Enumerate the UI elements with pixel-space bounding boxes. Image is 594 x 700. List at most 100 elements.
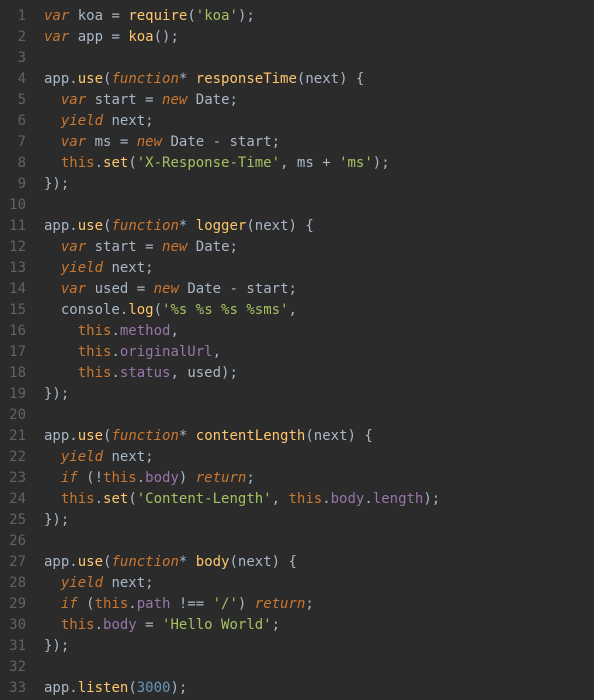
code-line[interactable]: var ms = new Date - start; bbox=[44, 132, 594, 153]
token-id: next bbox=[111, 260, 145, 276]
code-line[interactable] bbox=[44, 405, 594, 426]
code-line[interactable]: app.use(function* body(next) { bbox=[44, 552, 594, 573]
line-number: 11 bbox=[6, 216, 26, 237]
code-line[interactable] bbox=[44, 657, 594, 678]
token-op bbox=[86, 92, 94, 108]
token-op: . bbox=[69, 428, 77, 444]
code-line[interactable]: var start = new Date; bbox=[44, 90, 594, 111]
code-line[interactable]: }); bbox=[44, 174, 594, 195]
token-op: - bbox=[204, 134, 229, 150]
token-kw: yield bbox=[61, 113, 103, 129]
token-op bbox=[44, 617, 61, 633]
token-op: ( bbox=[229, 554, 237, 570]
token-op bbox=[86, 239, 94, 255]
code-line[interactable]: app.use(function* contentLength(next) { bbox=[44, 426, 594, 447]
token-op: }); bbox=[44, 512, 69, 528]
token-fn: koa bbox=[128, 29, 153, 45]
code-line[interactable]: this.originalUrl, bbox=[44, 342, 594, 363]
token-op: ); bbox=[238, 8, 255, 24]
code-line[interactable]: }); bbox=[44, 510, 594, 531]
code-line[interactable]: app.listen(3000); bbox=[44, 678, 594, 699]
token-name: contentLength bbox=[196, 428, 306, 444]
token-id: koa bbox=[78, 8, 103, 24]
code-line[interactable]: if (this.path !== '/') return; bbox=[44, 594, 594, 615]
token-param: next bbox=[238, 554, 272, 570]
token-op: * bbox=[179, 428, 196, 444]
code-line[interactable]: if (!this.body) return; bbox=[44, 468, 594, 489]
line-number: 4 bbox=[6, 69, 26, 90]
code-line[interactable]: app.use(function* logger(next) { bbox=[44, 216, 594, 237]
token-op: ; bbox=[289, 281, 297, 297]
line-number: 3 bbox=[6, 48, 26, 69]
code-line[interactable]: this.method, bbox=[44, 321, 594, 342]
code-line[interactable]: var koa = require('koa'); bbox=[44, 6, 594, 27]
token-op: + bbox=[314, 155, 339, 171]
token-kw: new bbox=[154, 281, 179, 297]
token-op bbox=[44, 260, 61, 276]
code-line[interactable]: yield next; bbox=[44, 447, 594, 468]
code-line[interactable]: yield next; bbox=[44, 258, 594, 279]
code-line[interactable] bbox=[44, 531, 594, 552]
token-op: = bbox=[103, 8, 128, 24]
code-line[interactable] bbox=[44, 195, 594, 216]
code-line[interactable]: console.log('%s %s %s %sms', bbox=[44, 300, 594, 321]
token-op: ( bbox=[154, 302, 162, 318]
code-line[interactable]: }); bbox=[44, 636, 594, 657]
token-id: app bbox=[44, 428, 69, 444]
token-op bbox=[44, 491, 61, 507]
code-line[interactable]: this.body = 'Hello World'; bbox=[44, 615, 594, 636]
code-line[interactable]: yield next; bbox=[44, 111, 594, 132]
code-line[interactable]: var app = koa(); bbox=[44, 27, 594, 48]
token-fn: require bbox=[128, 8, 187, 24]
line-number: 31 bbox=[6, 636, 26, 657]
token-op: (); bbox=[154, 29, 179, 45]
token-op: ) bbox=[238, 596, 255, 612]
token-id: app bbox=[44, 218, 69, 234]
code-line[interactable]: this.set('X-Response-Time', ms + 'ms'); bbox=[44, 153, 594, 174]
token-op: . bbox=[111, 323, 119, 339]
token-op: - bbox=[221, 281, 246, 297]
token-op: = bbox=[137, 92, 162, 108]
code-editor-area[interactable]: var koa = require('koa');var app = koa()… bbox=[36, 0, 594, 700]
token-id: next bbox=[111, 113, 145, 129]
token-op: . bbox=[69, 680, 77, 696]
token-op: ; bbox=[145, 449, 153, 465]
line-number: 17 bbox=[6, 342, 26, 363]
code-line[interactable] bbox=[44, 48, 594, 69]
token-op: , bbox=[272, 491, 289, 507]
token-prop: status bbox=[120, 365, 171, 381]
token-op: * bbox=[179, 71, 196, 87]
token-op: = bbox=[103, 29, 128, 45]
line-number: 23 bbox=[6, 468, 26, 489]
code-line[interactable]: this.status, used); bbox=[44, 363, 594, 384]
token-prop: length bbox=[373, 491, 424, 507]
token-param: next bbox=[255, 218, 289, 234]
token-op: ( bbox=[305, 428, 313, 444]
token-fn: use bbox=[78, 428, 103, 444]
token-op: * bbox=[179, 218, 196, 234]
token-op: ; bbox=[145, 113, 153, 129]
token-type: Date bbox=[170, 134, 204, 150]
token-id: console bbox=[61, 302, 120, 318]
token-op: . bbox=[364, 491, 372, 507]
line-number: 27 bbox=[6, 552, 26, 573]
token-id: start bbox=[95, 92, 137, 108]
line-number: 14 bbox=[6, 279, 26, 300]
code-line[interactable]: }); bbox=[44, 384, 594, 405]
line-number: 29 bbox=[6, 594, 26, 615]
line-number: 6 bbox=[6, 111, 26, 132]
token-id: used bbox=[95, 281, 129, 297]
line-number: 22 bbox=[6, 447, 26, 468]
token-fn: set bbox=[103, 155, 128, 171]
token-op bbox=[44, 239, 61, 255]
token-op bbox=[44, 113, 61, 129]
code-line[interactable]: app.use(function* responseTime(next) { bbox=[44, 69, 594, 90]
code-line[interactable]: yield next; bbox=[44, 573, 594, 594]
code-line[interactable]: var start = new Date; bbox=[44, 237, 594, 258]
token-op: ; bbox=[145, 575, 153, 591]
token-str: '/' bbox=[213, 596, 238, 612]
token-kw: function bbox=[111, 71, 178, 87]
token-op: ( bbox=[187, 8, 195, 24]
code-line[interactable]: this.set('Content-Length', this.body.len… bbox=[44, 489, 594, 510]
code-line[interactable]: var used = new Date - start; bbox=[44, 279, 594, 300]
